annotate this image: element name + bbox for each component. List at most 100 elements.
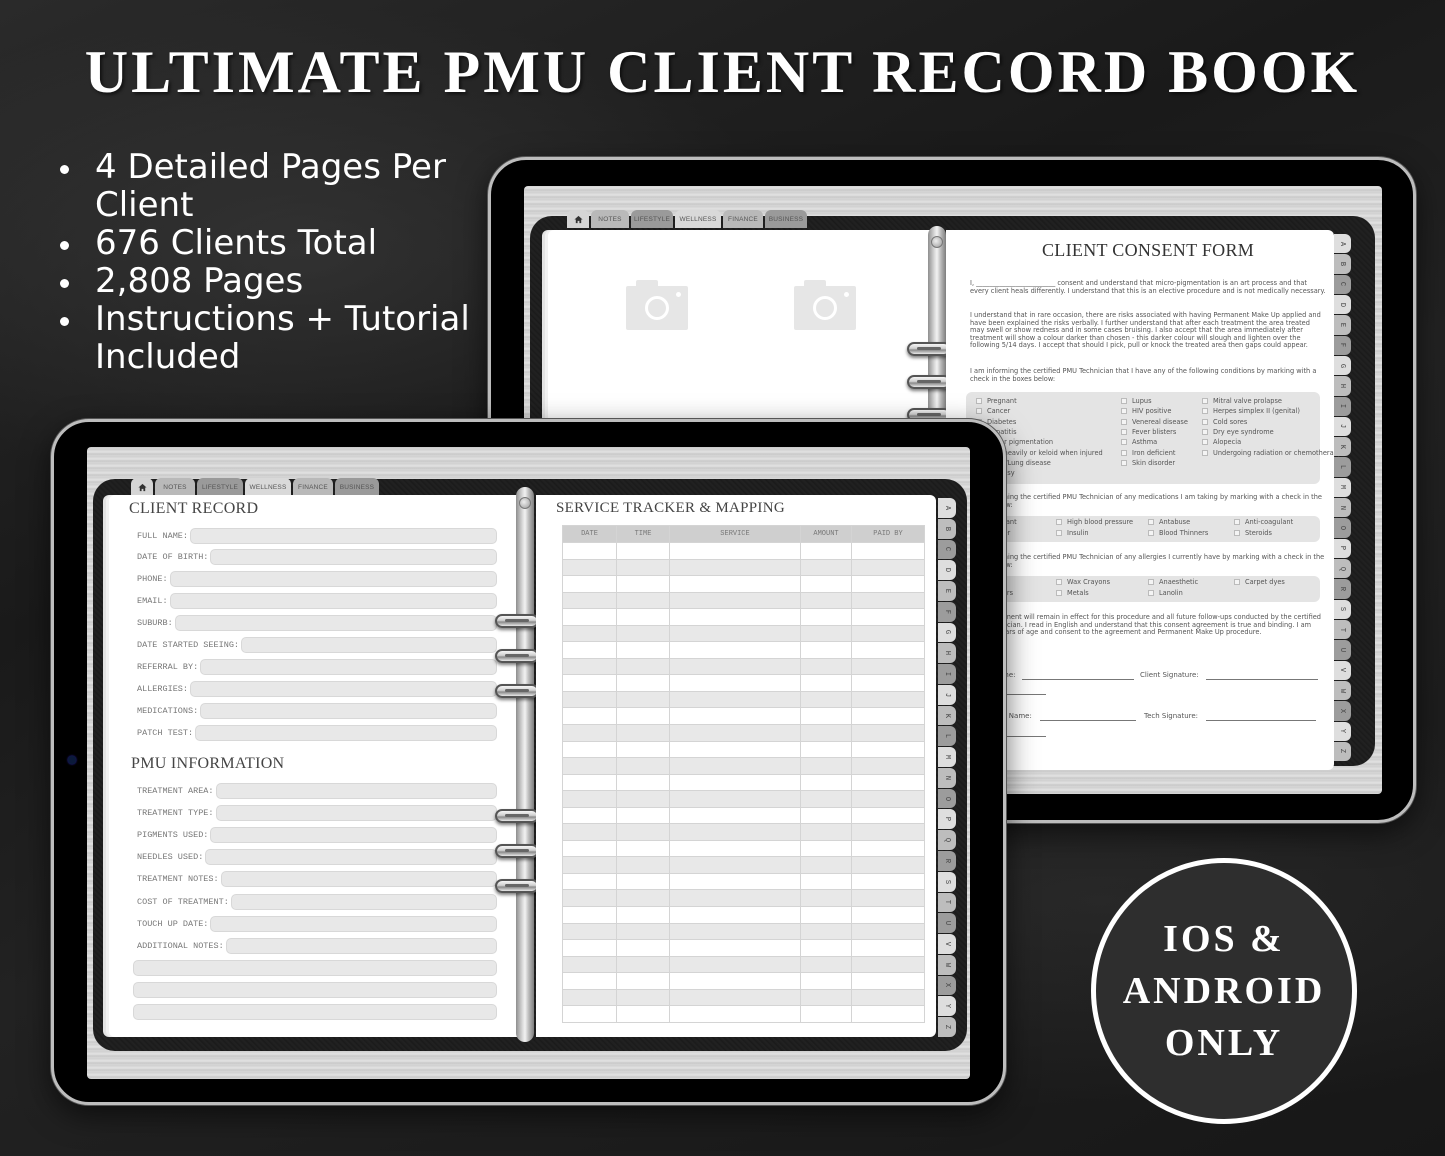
client-name-line[interactable] [1022,679,1134,680]
condition-checkbox[interactable]: Dry eye syndrome [1202,428,1274,437]
alphabet-tab-o[interactable]: O [1334,518,1351,538]
alphabet-tab-k[interactable]: K [938,705,956,726]
table-cell[interactable] [616,823,670,841]
table-cell[interactable] [562,839,617,858]
alphabet-tab-h[interactable]: H [1334,376,1351,396]
table-cell[interactable] [800,641,852,659]
table-cell[interactable] [800,657,852,676]
medication-checkbox[interactable]: Blood Thinners [1148,529,1208,538]
table-cell[interactable] [800,1005,852,1023]
table-cell[interactable] [851,575,925,593]
table-cell[interactable] [800,674,852,692]
table-cell[interactable] [800,939,852,957]
alphabet-tab-o[interactable]: O [938,788,956,809]
table-cell[interactable] [562,1005,617,1023]
table-cell[interactable] [562,608,617,626]
table-cell[interactable] [669,972,801,990]
table-cell[interactable] [851,955,925,974]
alphabet-tab-f[interactable]: F [1334,335,1351,355]
table-cell[interactable] [800,839,852,858]
alphabet-tab-d[interactable]: D [938,560,956,581]
tech-signature-line[interactable] [1206,720,1316,721]
table-cell[interactable] [851,922,925,941]
table-cell[interactable] [562,624,617,643]
table-cell[interactable] [616,591,670,610]
table-cell[interactable] [851,790,925,808]
table-cell[interactable] [669,856,801,874]
alphabet-tab-y[interactable]: Y [1334,721,1351,741]
medication-checkbox[interactable]: Insulin [1056,529,1089,538]
table-cell[interactable] [562,872,617,891]
table-cell[interactable] [851,1005,925,1023]
table-cell[interactable] [669,872,801,891]
table-cell[interactable] [851,707,925,726]
condition-checkbox[interactable]: Skin disorder [1121,459,1175,468]
table-cell[interactable] [562,757,617,775]
field-input[interactable] [210,826,497,843]
table-cell[interactable] [800,773,852,792]
field-input[interactable] [174,615,497,632]
table-cell[interactable] [616,856,670,874]
table-cell[interactable] [669,575,801,593]
field-input[interactable] [169,571,497,588]
table-cell[interactable] [669,608,801,626]
field-input[interactable] [190,680,497,697]
table-cell[interactable] [800,757,852,775]
table-cell[interactable] [616,872,670,891]
table-cell[interactable] [562,674,617,692]
table-cell[interactable] [616,707,670,726]
table-cell[interactable] [851,839,925,858]
table-cell[interactable] [562,988,617,1007]
alphabet-tab-z[interactable]: Z [1334,741,1351,762]
field-input[interactable] [195,724,497,741]
table-cell[interactable] [562,906,617,924]
table-cell[interactable] [669,939,801,957]
tab-finance[interactable]: FINANCE [293,478,333,496]
alphabet-tab-t[interactable]: T [938,892,956,913]
camera-icon[interactable] [626,280,688,330]
table-cell[interactable] [800,707,852,726]
allergie-checkbox[interactable]: Lanolin [1148,589,1183,598]
tab-lifestyle[interactable]: LIFESTYLE [631,210,673,228]
table-cell[interactable] [669,823,801,841]
notes-line-input[interactable] [133,1004,497,1020]
table-cell[interactable] [851,872,925,891]
table-cell[interactable] [669,724,801,742]
alphabet-tab-c[interactable]: C [938,539,956,560]
table-cell[interactable] [562,823,617,841]
table-cell[interactable] [800,972,852,990]
table-cell[interactable] [669,674,801,692]
medication-checkbox[interactable]: Antabuse [1148,518,1190,527]
table-cell[interactable] [669,690,801,709]
alphabet-tab-s[interactable]: S [938,871,956,892]
table-cell[interactable] [616,839,670,858]
alphabet-tab-w[interactable]: W [1334,680,1351,701]
alphabet-tab-g[interactable]: G [1334,355,1351,376]
table-cell[interactable] [800,889,852,908]
condition-checkbox[interactable]: Alopecia [1202,439,1241,447]
table-cell[interactable] [616,773,670,792]
tech-name-line[interactable] [1040,720,1136,721]
alphabet-tab-q[interactable]: Q [1334,559,1351,579]
table-cell[interactable] [669,955,801,974]
table-cell[interactable] [562,542,617,560]
alphabet-tab-t[interactable]: T [1334,619,1351,640]
tab-notes[interactable]: NOTES [155,478,195,496]
medication-checkbox[interactable]: High blood pressure [1056,518,1133,527]
table-cell[interactable] [800,955,852,974]
alphabet-tab-c[interactable]: C [1334,274,1351,294]
alphabet-tab-l[interactable]: L [1334,457,1351,477]
alphabet-tab-e[interactable]: E [1334,315,1351,335]
table-cell[interactable] [851,591,925,610]
table-cell[interactable] [851,856,925,874]
condition-checkbox[interactable]: HIV positive [1121,408,1171,416]
table-cell[interactable] [851,939,925,957]
field-input[interactable] [215,782,497,799]
condition-checkbox[interactable]: Cold sores [1202,418,1247,427]
tab-finance[interactable]: FINANCE [723,210,763,228]
field-input[interactable] [225,937,497,954]
table-cell[interactable] [800,988,852,1007]
table-cell[interactable] [562,591,617,610]
alphabet-tab-v[interactable]: V [1334,660,1351,680]
tab-home[interactable] [131,478,153,496]
